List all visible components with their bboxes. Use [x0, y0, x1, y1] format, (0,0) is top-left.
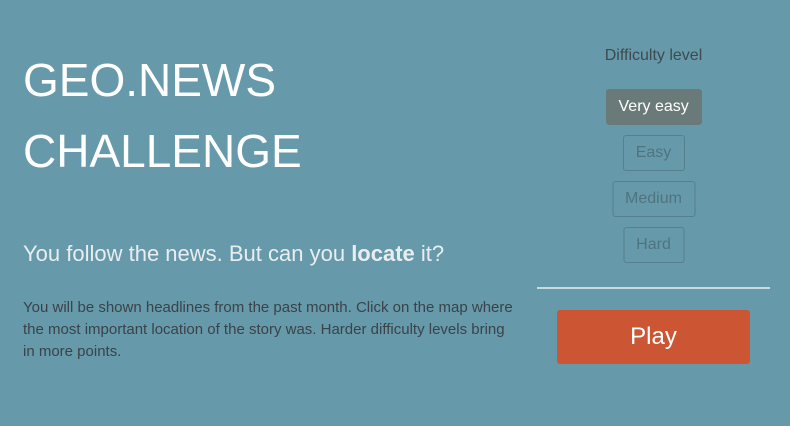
settings-panel: Difficulty level Very easy Easy Medium H…: [537, 0, 770, 426]
page-title-line-1: GEO.NEWS: [23, 54, 277, 106]
divider: [537, 287, 770, 289]
difficulty-medium-button[interactable]: Medium: [612, 181, 695, 217]
tagline: You follow the news. But can you locate …: [23, 240, 444, 268]
difficulty-easy-button[interactable]: Easy: [622, 135, 685, 171]
tagline-prefix: You follow the news. But can you: [23, 241, 352, 266]
difficulty-very-easy-button[interactable]: Very easy: [605, 89, 702, 125]
page-title-line-2: CHALLENGE: [23, 125, 302, 177]
difficulty-label: Difficulty level: [604, 47, 703, 64]
tagline-suffix: it?: [414, 241, 445, 266]
tagline-emphasis: locate: [351, 241, 415, 266]
play-button[interactable]: Play: [557, 310, 750, 364]
game-description: You will be shown headlines from the pas…: [23, 299, 513, 360]
difficulty-hard-button[interactable]: Hard: [623, 227, 684, 263]
